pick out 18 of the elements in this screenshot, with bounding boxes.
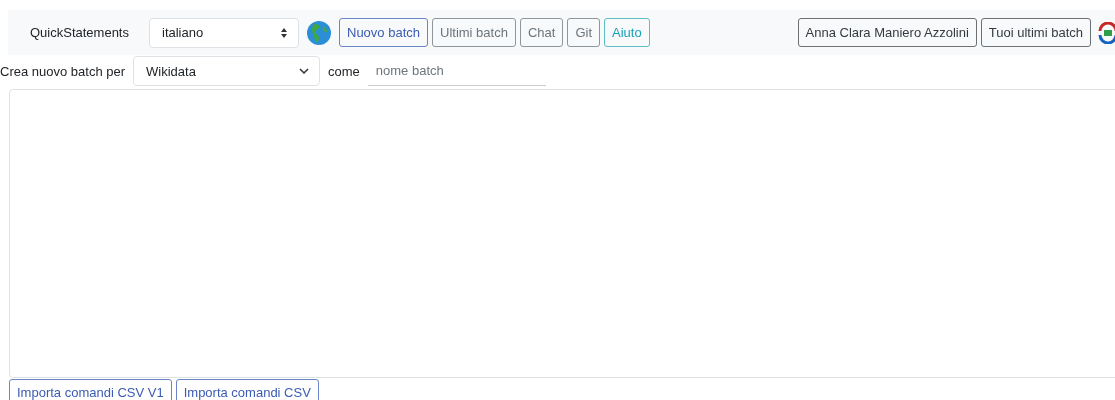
batches-button[interactable]: Tuoi ultimi batch bbox=[980, 18, 1091, 47]
import-button[interactable]: Importa comandi CSV bbox=[175, 379, 319, 400]
user-button[interactable]: Anna Clara Maniero Azzolini bbox=[797, 18, 977, 47]
nav-button[interactable]: Chat bbox=[519, 18, 564, 47]
commands-field[interactable] bbox=[9, 89, 1115, 378]
create-batch-label: Crea nuovo batch per bbox=[0, 63, 126, 79]
chevron-down-icon bbox=[299, 67, 310, 75]
language-select[interactable]: italiano bbox=[149, 17, 299, 48]
sort-caret-icon bbox=[280, 26, 288, 39]
globe-icon[interactable] bbox=[307, 20, 331, 45]
nav-button[interactable]: Ultimi batch bbox=[432, 18, 516, 47]
import-button[interactable]: Importa comandi CSV V1 bbox=[9, 379, 172, 400]
nav-button[interactable]: Git bbox=[567, 18, 600, 47]
as-label: come bbox=[328, 63, 360, 79]
logo-icon[interactable] bbox=[1097, 21, 1115, 44]
app-title: QuickStatements bbox=[30, 25, 129, 40]
nav-button[interactable]: Nuovo batch bbox=[339, 18, 428, 47]
site-select[interactable]: Wikidata bbox=[133, 56, 321, 86]
